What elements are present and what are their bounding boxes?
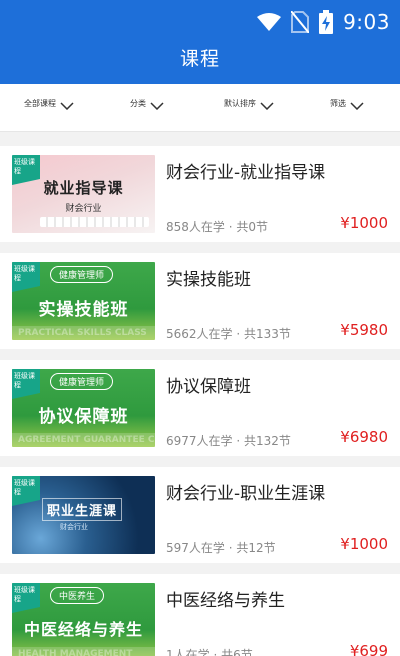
thumbnail-heading: 协议保障班 bbox=[38, 407, 129, 427]
thumbnail-heading: 实操技能班 bbox=[38, 300, 129, 320]
course-price: ¥1000 bbox=[340, 214, 388, 232]
lesson-count: 共6节 bbox=[221, 648, 253, 656]
chevron-down-icon bbox=[350, 102, 364, 110]
course-meta: 6977人在学 · 共132节 bbox=[166, 434, 291, 448]
class-badge: 班级课程 bbox=[12, 476, 40, 506]
thumbnail-strip: HEALTH MANAGEMENT bbox=[12, 647, 155, 656]
class-badge: 班级课程 bbox=[12, 262, 40, 292]
lesson-count: 共12节 bbox=[236, 541, 276, 555]
filter-all-courses[interactable]: 全部课程 bbox=[24, 96, 74, 110]
app-header: 9:03 课程 bbox=[0, 0, 400, 84]
thumbnail-heading: 就业指导课 bbox=[43, 179, 124, 197]
wifi-icon bbox=[257, 13, 282, 31]
battery-charging-icon bbox=[319, 10, 334, 34]
course-price: ¥699 bbox=[349, 642, 388, 656]
course-price: ¥6980 bbox=[340, 428, 388, 446]
course-price: ¥5980 bbox=[340, 321, 388, 339]
course-title: 财会行业-职业生涯课 bbox=[166, 484, 326, 504]
filter-screen[interactable]: 筛选 bbox=[330, 96, 364, 110]
student-count: 1人在学 bbox=[166, 648, 210, 656]
chevron-down-icon bbox=[260, 102, 274, 110]
class-badge: 班级课程 bbox=[12, 369, 40, 399]
filter-label: 默认排序 bbox=[224, 98, 256, 108]
course-title: 协议保障班 bbox=[166, 377, 251, 397]
course-thumbnail: 班级课程 健康管理师 实操技能班 PRACTICAL SKILLS CLASS bbox=[12, 262, 155, 340]
thumbnail-strip: AGREEMENT GUARANTEE CLASS bbox=[12, 433, 155, 447]
filter-label: 筛选 bbox=[330, 98, 346, 108]
status-time: 9:03 bbox=[343, 10, 390, 34]
chevron-down-icon bbox=[60, 102, 74, 110]
thumbnail-subtitle: 财会行业 bbox=[60, 523, 88, 531]
filter-label: 全部课程 bbox=[24, 98, 56, 108]
course-thumbnail: 班级课程 中医养生 中医经络与养生 HEALTH MANAGEMENT bbox=[12, 583, 155, 656]
course-card[interactable]: 班级课程 健康管理师 协议保障班 AGREEMENT GUARANTEE CLA… bbox=[0, 360, 400, 456]
lesson-count: 共0节 bbox=[236, 220, 268, 234]
thumbnail-heading: 中医经络与养生 bbox=[23, 620, 143, 639]
course-thumbnail: 班级课程 健康管理师 协议保障班 AGREEMENT GUARANTEE CLA… bbox=[12, 369, 155, 447]
course-title: 实操技能班 bbox=[166, 270, 251, 290]
filter-label: 分类 bbox=[130, 98, 146, 108]
course-thumbnail: 班级课程 职业生涯课 财会行业 bbox=[12, 476, 155, 554]
page-title: 课程 bbox=[179, 48, 220, 70]
thumbnail-subtitle: 财会行业 bbox=[65, 204, 102, 214]
student-count: 858人在学 bbox=[166, 220, 225, 234]
course-meta: 1人在学 · 共6节 bbox=[166, 646, 253, 656]
no-sim-icon bbox=[291, 11, 310, 33]
student-count: 6977人在学 bbox=[166, 434, 233, 448]
filter-category[interactable]: 分类 bbox=[130, 96, 164, 110]
lesson-count: 共132节 bbox=[244, 434, 291, 448]
thumbnail-tag: 健康管理师 bbox=[50, 266, 114, 283]
course-card[interactable]: 班级课程 健康管理师 实操技能班 PRACTICAL SKILLS CLASS … bbox=[0, 253, 400, 349]
filter-sort[interactable]: 默认排序 bbox=[224, 96, 274, 110]
course-thumbnail: 班级课程 就业指导课 财会行业 bbox=[12, 155, 155, 233]
course-card[interactable]: 班级课程 职业生涯课 财会行业 财会行业-职业生涯课 597人在学 · 共12节… bbox=[0, 467, 400, 563]
course-meta: 597人在学 · 共12节 bbox=[166, 541, 276, 555]
course-title: 中医经络与养生 bbox=[166, 591, 285, 611]
student-count: 5662人在学 bbox=[166, 327, 233, 341]
class-badge: 班级课程 bbox=[12, 583, 40, 613]
course-meta: 5662人在学 · 共133节 bbox=[166, 327, 291, 341]
keyboard-image bbox=[40, 217, 149, 227]
thumbnail-strip: PRACTICAL SKILLS CLASS bbox=[12, 326, 155, 340]
thumbnail-tag: 中医养生 bbox=[50, 587, 105, 604]
lesson-count: 共133节 bbox=[244, 327, 291, 341]
student-count: 597人在学 bbox=[166, 541, 225, 555]
thumbnail-tag: 健康管理师 bbox=[50, 373, 114, 390]
course-price: ¥1000 bbox=[340, 535, 388, 553]
thumbnail-heading: 职业生涯课 bbox=[42, 498, 123, 521]
chevron-down-icon bbox=[150, 102, 164, 110]
filter-bar: 全部课程 分类 默认排序 筛选 bbox=[0, 84, 400, 132]
course-card[interactable]: 班级课程 就业指导课 财会行业 财会行业-就业指导课 858人在学 · 共0节 … bbox=[0, 146, 400, 242]
course-card[interactable]: 班级课程 中医养生 中医经络与养生 HEALTH MANAGEMENT 中医经络… bbox=[0, 574, 400, 656]
status-bar: 9:03 bbox=[257, 8, 390, 36]
course-title: 财会行业-就业指导课 bbox=[166, 163, 326, 183]
course-meta: 858人在学 · 共0节 bbox=[166, 220, 268, 234]
